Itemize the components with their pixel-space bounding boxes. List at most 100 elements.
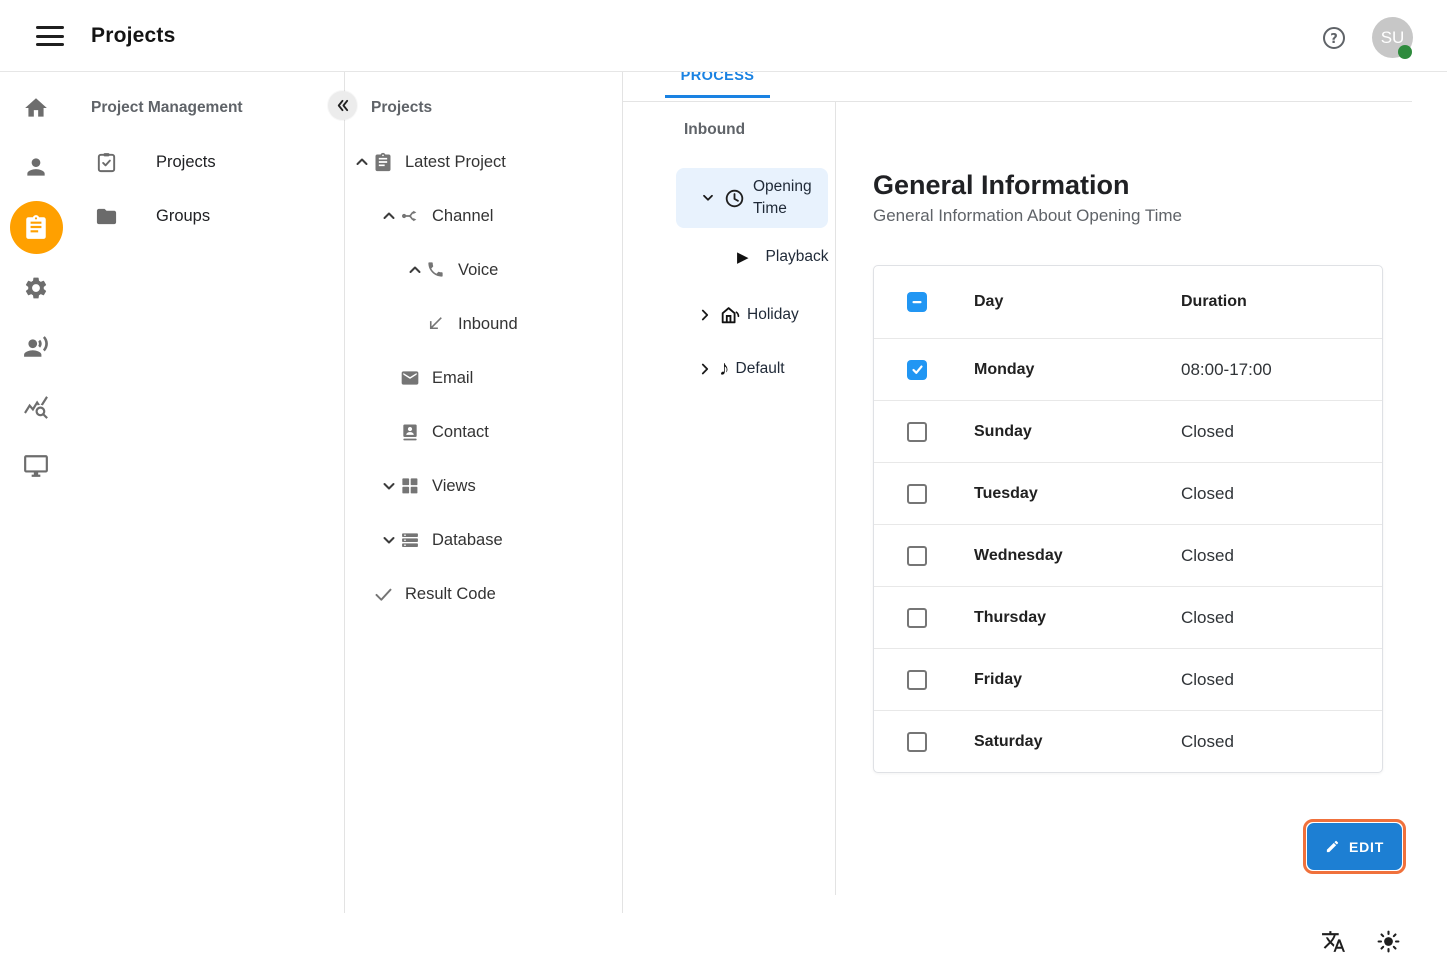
tab-active-underline: [665, 95, 770, 98]
double-chevron-left-icon: [335, 98, 350, 113]
row-checkbox[interactable]: [907, 546, 927, 566]
chevron-spacer: [353, 585, 373, 603]
table-row: Tuesday Closed: [874, 463, 1382, 525]
brightness-icon: [1376, 929, 1401, 954]
day-cell: Saturday: [974, 733, 1181, 751]
process-item-playback[interactable]: Playback: [737, 242, 828, 272]
tree-item-label: Database: [432, 531, 503, 550]
day-cell: Monday: [974, 361, 1181, 379]
tab-process[interactable]: PROCESS: [665, 72, 770, 98]
gear-icon: [23, 275, 49, 301]
chevron-up-icon[interactable]: [380, 207, 400, 225]
tree-item-contact[interactable]: Contact: [345, 405, 623, 459]
collapse-sidebar-button[interactable]: [328, 91, 357, 120]
hamburger-menu-icon[interactable]: [36, 26, 64, 46]
tree-item-channel[interactable]: Channel: [345, 189, 623, 243]
tree-item-label: Latest Project: [405, 153, 506, 172]
table-row: Saturday Closed: [874, 711, 1382, 773]
sidebar-item-label: Groups: [156, 207, 210, 226]
edit-button[interactable]: EDIT: [1307, 823, 1402, 870]
opening-time-table: Day Duration Monday 08:00-17:00 Sunday C…: [873, 265, 1383, 773]
row-checkbox[interactable]: [907, 360, 927, 380]
tree-item-result-code[interactable]: Result Code: [345, 567, 623, 621]
process-item-default[interactable]: Default: [697, 354, 785, 384]
music-note-icon: [719, 359, 730, 380]
sidebar-item-projects[interactable]: Projects: [72, 135, 344, 189]
chevron-down-icon[interactable]: [380, 477, 400, 495]
avatar-initials: SU: [1381, 28, 1405, 48]
tree-panel-header: Projects: [371, 99, 432, 117]
clock-icon: [724, 188, 745, 209]
email-icon: [400, 368, 420, 388]
database-icon: [400, 530, 420, 550]
project-tree-panel: Projects Latest Project Channel Voice In…: [345, 72, 623, 913]
clipboard-icon: [373, 152, 393, 172]
translate-icon: [1321, 929, 1346, 954]
rail-analytics-button[interactable]: [0, 381, 72, 433]
table-row: Thursday Closed: [874, 587, 1382, 649]
svg-text:?: ?: [1330, 32, 1338, 47]
contact-card-icon: [400, 422, 420, 442]
play-icon: [737, 248, 749, 267]
column-header-duration: Duration: [1181, 293, 1382, 311]
translate-button[interactable]: [1321, 929, 1346, 954]
tab-strip: PROCESS: [623, 72, 1412, 102]
tree-item-latest-project[interactable]: Latest Project: [345, 135, 623, 189]
row-checkbox[interactable]: [907, 484, 927, 504]
row-checkbox[interactable]: [907, 608, 927, 628]
tree-item-email[interactable]: Email: [345, 351, 623, 405]
help-icon[interactable]: ?: [1321, 25, 1347, 51]
table-row: Monday 08:00-17:00: [874, 339, 1382, 401]
edit-button-highlight-ring: EDIT: [1303, 819, 1406, 874]
rail-contacts-button[interactable]: [0, 141, 72, 193]
rail-monitor-button[interactable]: [0, 440, 72, 492]
chevron-up-icon[interactable]: [406, 261, 426, 279]
row-checkbox[interactable]: [907, 732, 927, 752]
process-item-label: Holiday: [747, 306, 799, 324]
chevron-spacer: [380, 423, 400, 441]
rail-projects-button[interactable]: [0, 201, 72, 253]
chevron-down-icon[interactable]: [700, 190, 716, 206]
chevron-right-icon[interactable]: [697, 307, 713, 323]
row-checkbox[interactable]: [907, 422, 927, 442]
tree-item-views[interactable]: Views: [345, 459, 623, 513]
process-tree-panel: Inbound Opening Time Playback Holiday De…: [623, 102, 836, 895]
process-item-holiday[interactable]: Holiday: [697, 300, 799, 330]
rail-home-button[interactable]: [0, 82, 72, 134]
phone-icon: [426, 260, 446, 280]
clipboard-check-icon: [95, 151, 118, 174]
clipboard-icon: [23, 214, 49, 240]
tree-item-inbound[interactable]: Inbound: [345, 297, 623, 351]
process-panel-header: Inbound: [684, 121, 745, 139]
duration-cell: Closed: [1181, 484, 1382, 504]
rail-settings-button[interactable]: [0, 262, 72, 314]
process-item-label: Playback: [766, 248, 829, 266]
section-title: General Information: [873, 170, 1130, 201]
chevron-spacer: [406, 315, 426, 333]
chevron-right-icon[interactable]: [697, 361, 713, 377]
person-icon: [23, 154, 49, 180]
tree-item-label: Contact: [432, 423, 489, 442]
sidebar-item-label: Projects: [156, 153, 216, 172]
duration-cell: Closed: [1181, 422, 1382, 442]
online-status-dot: [1398, 45, 1412, 59]
branch-icon: [400, 206, 420, 226]
day-cell: Sunday: [974, 423, 1181, 441]
column-header-day: Day: [974, 293, 1181, 311]
tree-item-database[interactable]: Database: [345, 513, 623, 567]
process-item-label: Default: [736, 360, 785, 378]
row-checkbox[interactable]: [907, 670, 927, 690]
sidebar-item-groups[interactable]: Groups: [72, 189, 344, 243]
chevron-up-icon[interactable]: [353, 153, 373, 171]
process-item-opening-time[interactable]: Opening Time: [676, 168, 828, 228]
project-tree: Latest Project Channel Voice Inbound Ema…: [345, 135, 623, 621]
main-content: General Information General Information …: [836, 102, 1447, 970]
tree-item-label: Result Code: [405, 585, 496, 604]
brightness-button[interactable]: [1376, 929, 1401, 954]
select-all-checkbox[interactable]: [907, 292, 927, 312]
icon-rail: [0, 72, 72, 913]
monitor-icon: [23, 453, 49, 479]
chevron-down-icon[interactable]: [380, 531, 400, 549]
rail-agents-button[interactable]: [0, 321, 72, 373]
tree-item-voice[interactable]: Voice: [345, 243, 623, 297]
